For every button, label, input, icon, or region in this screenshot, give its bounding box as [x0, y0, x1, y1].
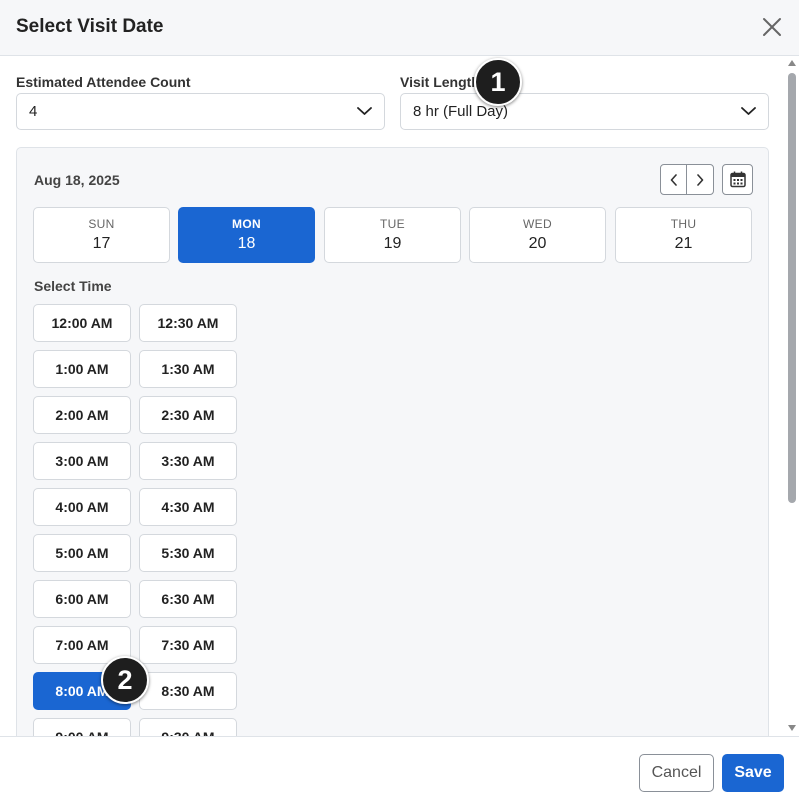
time-slot-button[interactable]: 2:00 AM — [33, 396, 131, 434]
day-of-week: THU — [670, 217, 697, 231]
time-slot-button[interactable]: 6:00 AM — [33, 580, 131, 618]
calendar-icon — [729, 171, 746, 188]
close-button[interactable] — [760, 14, 784, 40]
scrollbar[interactable] — [785, 57, 799, 736]
calendar-picker-button[interactable] — [722, 164, 753, 195]
cancel-button[interactable]: Cancel — [639, 754, 714, 792]
day-card-thu[interactable]: THU 21 — [615, 207, 752, 263]
day-number: 21 — [674, 235, 693, 252]
time-slot-button[interactable]: 9:30 AM — [139, 718, 237, 736]
attendee-count-value: 4 — [29, 103, 38, 120]
scroll-thumb[interactable] — [788, 73, 796, 503]
scroll-up-arrow[interactable] — [788, 60, 796, 66]
time-slot-button[interactable]: 4:00 AM — [33, 488, 131, 526]
visit-length-label: Visit Length — [400, 74, 480, 90]
time-slot-button[interactable]: 3:30 AM — [139, 442, 237, 480]
day-number: 19 — [383, 235, 402, 252]
day-of-week: SUN — [88, 217, 115, 231]
time-slot-button[interactable]: 12:30 AM — [139, 304, 237, 342]
dialog-footer: Cancel Save — [0, 736, 799, 803]
day-card-wed[interactable]: WED 20 — [469, 207, 606, 263]
scroll-down-arrow[interactable] — [788, 725, 796, 731]
step-badge-1: 1 — [474, 58, 522, 106]
dialog-title: Select Visit Date — [16, 16, 164, 37]
time-slot-button[interactable]: 4:30 AM — [139, 488, 237, 526]
chevron-down-icon — [741, 107, 756, 115]
current-date-label: Aug 18, 2025 — [34, 172, 120, 188]
day-card-mon[interactable]: MON 18 — [178, 207, 315, 263]
day-number: 18 — [237, 235, 256, 252]
day-number: 17 — [92, 235, 111, 252]
time-slot-button[interactable]: 5:00 AM — [33, 534, 131, 572]
time-slot-button[interactable]: 7:30 AM — [139, 626, 237, 664]
day-number: 20 — [528, 235, 547, 252]
time-slot-button[interactable]: 12:00 AM — [33, 304, 131, 342]
attendee-count-label: Estimated Attendee Count — [16, 74, 191, 90]
visit-length-select[interactable]: 8 hr (Full Day) — [400, 93, 769, 130]
close-icon — [763, 18, 781, 36]
chevron-left-icon — [670, 173, 677, 186]
date-nav-group — [660, 164, 714, 195]
day-card-tue[interactable]: TUE 19 — [324, 207, 461, 263]
day-card-sun[interactable]: SUN 17 — [33, 207, 170, 263]
step-badge-2: 2 — [101, 656, 149, 704]
dialog-header: Select Visit Date — [0, 0, 799, 56]
chevron-down-icon — [357, 107, 372, 115]
time-slot-button[interactable]: 8:30 AM — [139, 672, 237, 710]
time-slot-button[interactable]: 1:30 AM — [139, 350, 237, 388]
calendar-panel: Aug 18, 2025 SUN 17 MON 18 TUE 19 WED 20… — [16, 147, 769, 736]
next-day-button[interactable] — [687, 165, 713, 194]
save-button[interactable]: Save — [722, 754, 784, 792]
time-slot-button[interactable]: 6:30 AM — [139, 580, 237, 618]
attendee-count-select[interactable]: 4 — [16, 93, 385, 130]
time-slot-button[interactable]: 2:30 AM — [139, 396, 237, 434]
previous-day-button[interactable] — [661, 165, 687, 194]
dialog-body: Estimated Attendee Count 4 Visit Length … — [0, 57, 799, 736]
select-time-label: Select Time — [34, 278, 112, 294]
time-slot-button[interactable]: 9:00 AM — [33, 718, 131, 736]
day-of-week: WED — [523, 217, 552, 231]
day-of-week: MON — [232, 217, 261, 231]
day-of-week: TUE — [380, 217, 405, 231]
time-slot-button[interactable]: 5:30 AM — [139, 534, 237, 572]
chevron-right-icon — [697, 173, 704, 186]
time-slot-button[interactable]: 3:00 AM — [33, 442, 131, 480]
time-slot-button[interactable]: 1:00 AM — [33, 350, 131, 388]
